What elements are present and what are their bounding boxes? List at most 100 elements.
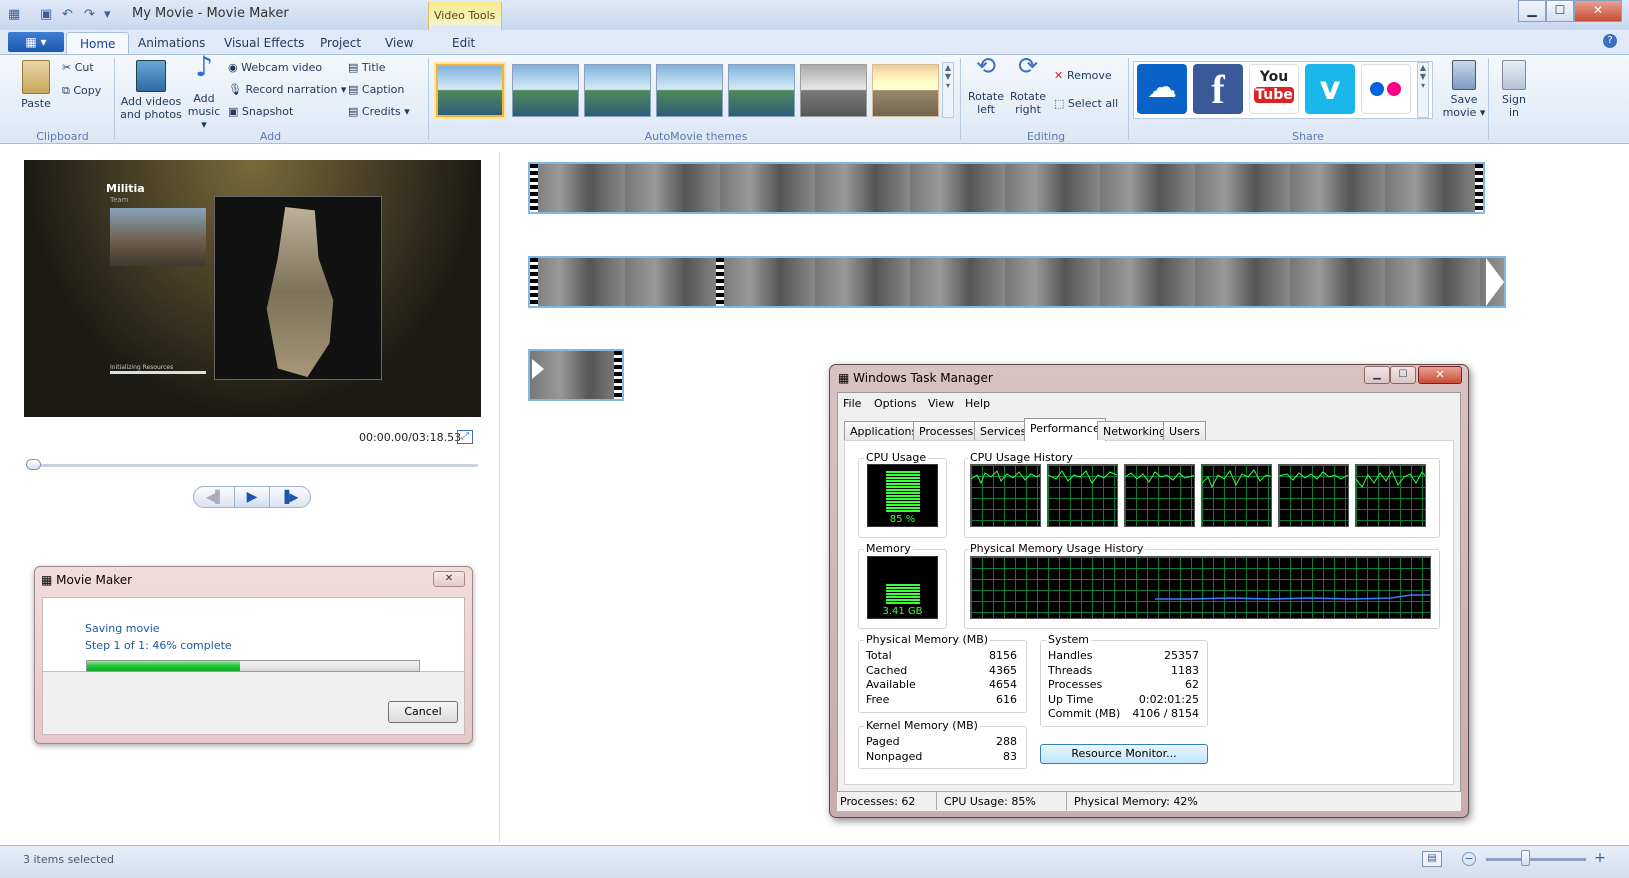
menu-options[interactable]: Options bbox=[874, 397, 916, 410]
rotate-right-button[interactable]: ⟳ Rotate right bbox=[1008, 54, 1048, 116]
theme-thumbnail[interactable] bbox=[728, 64, 795, 117]
theme-thumbnail[interactable] bbox=[436, 64, 504, 117]
credits-icon: ▤ bbox=[348, 105, 362, 118]
tab-networking[interactable]: Networking bbox=[1097, 421, 1172, 440]
tab-view[interactable]: View bbox=[385, 36, 413, 50]
menu-help[interactable]: Help bbox=[965, 397, 990, 410]
tab-home[interactable]: Home bbox=[66, 32, 130, 55]
theme-thumbnail[interactable] bbox=[584, 64, 651, 117]
save-movie-button[interactable]: Save movie ▾ bbox=[1440, 60, 1488, 119]
save-icon[interactable]: ▣ bbox=[40, 7, 56, 23]
status-memory: Physical Memory: 42% bbox=[1074, 795, 1198, 808]
previous-frame-icon[interactable]: ◀▌ bbox=[206, 490, 224, 504]
video-preview[interactable]: Militia Team Initializing Resources bbox=[24, 160, 481, 417]
tab-processes[interactable]: Processes bbox=[913, 421, 980, 440]
memory-history-label: Physical Memory Usage History bbox=[968, 542, 1146, 555]
tm-close-button[interactable]: ✕ bbox=[1418, 366, 1462, 384]
webcam-video-button[interactable]: ◉ Webcam video bbox=[228, 61, 322, 74]
add-music-button[interactable]: ♪ Add music ▾ bbox=[186, 53, 222, 132]
facebook-icon[interactable]: f bbox=[1193, 64, 1243, 114]
resource-monitor-button[interactable]: Resource Monitor... bbox=[1040, 744, 1208, 764]
zoom-slider[interactable] bbox=[1486, 858, 1586, 861]
menu-file[interactable]: File bbox=[843, 397, 861, 410]
minimize-button[interactable]: ▁ bbox=[1518, 0, 1546, 22]
theme-thumbnail[interactable] bbox=[800, 64, 867, 117]
zoom-out-icon[interactable]: − bbox=[1462, 852, 1476, 866]
vimeo-icon[interactable]: v bbox=[1305, 64, 1355, 114]
copy-button[interactable]: ⧉ Copy bbox=[62, 84, 101, 98]
rotate-left-icon: ⟲ bbox=[975, 52, 997, 80]
tab-animations[interactable]: Animations bbox=[138, 36, 205, 50]
maximize-button[interactable]: ☐ bbox=[1546, 0, 1574, 22]
credits-label: Credits ▾ bbox=[361, 105, 410, 118]
preview-minimap bbox=[214, 196, 382, 380]
zoom-in-icon[interactable]: + bbox=[1593, 851, 1607, 866]
fullscreen-preview-icon[interactable]: ⤢ bbox=[457, 430, 473, 444]
select-all-button[interactable]: ⬚ Select all bbox=[1054, 97, 1118, 110]
copy-icon: ⧉ bbox=[62, 84, 74, 97]
file-menu-button[interactable]: ▦ ▾ bbox=[8, 32, 64, 52]
paste-button[interactable]: Paste bbox=[18, 60, 54, 110]
title-button[interactable]: ▤ Title bbox=[348, 61, 385, 74]
storyboard-clip[interactable] bbox=[528, 349, 624, 401]
tab-edit[interactable]: Edit bbox=[452, 36, 475, 50]
record-narration-button[interactable]: 🎙 Record narration ▾ bbox=[228, 83, 346, 96]
tab-users[interactable]: Users bbox=[1163, 421, 1206, 440]
undo-icon[interactable]: ↶ bbox=[62, 7, 78, 23]
youtube-icon[interactable]: You Tube bbox=[1249, 64, 1299, 114]
add-videos-photos-button[interactable]: Add videos and photos bbox=[118, 60, 184, 121]
close-button[interactable]: ✕ bbox=[1574, 0, 1622, 22]
pm-total-value: 8156 bbox=[989, 649, 1017, 662]
remove-button[interactable]: ✕ Remove bbox=[1054, 69, 1112, 82]
theme-thumbnail[interactable] bbox=[656, 64, 723, 117]
rotate-left-button[interactable]: ⟲ Rotate left bbox=[966, 52, 1006, 116]
caption-button[interactable]: ▤ Caption bbox=[348, 83, 404, 96]
dialog-close-button[interactable]: ✕ bbox=[433, 571, 465, 587]
snapshot-button[interactable]: ▣ Snapshot bbox=[228, 105, 293, 118]
add-music-label-2: music ▾ bbox=[187, 105, 221, 131]
video-tools-label: Video Tools bbox=[434, 9, 496, 22]
cpu-core-graph bbox=[1355, 464, 1426, 527]
copy-label: Copy bbox=[73, 84, 102, 97]
theme-thumbnail[interactable] bbox=[872, 64, 939, 117]
sys-processes-label: Processes bbox=[1048, 678, 1103, 691]
redo-icon[interactable]: ↷ bbox=[84, 7, 100, 23]
theme-thumbnail[interactable] bbox=[512, 64, 579, 117]
play-icon[interactable]: ▶ bbox=[234, 487, 270, 507]
paste-label: Paste bbox=[21, 97, 51, 110]
help-icon[interactable]: ? bbox=[1603, 34, 1617, 48]
memory-label: Memory bbox=[864, 542, 913, 555]
tm-maximize-button[interactable]: ☐ bbox=[1390, 366, 1416, 384]
zoom-slider-thumb[interactable] bbox=[1521, 850, 1530, 866]
share-gallery-scroll[interactable]: ▲ ▼ ▾ bbox=[1417, 62, 1429, 118]
pane-divider[interactable] bbox=[499, 152, 500, 842]
sign-in-button[interactable]: Sign in bbox=[1494, 60, 1534, 119]
skydrive-icon[interactable]: ☁ bbox=[1137, 64, 1187, 114]
app-icon[interactable]: ▦ bbox=[8, 7, 24, 23]
rotate-left-label-1: Rotate bbox=[967, 90, 1004, 103]
tab-performance[interactable]: Performance bbox=[1024, 418, 1106, 441]
seek-bar[interactable] bbox=[26, 464, 478, 467]
menu-view[interactable]: View bbox=[928, 397, 954, 410]
next-frame-icon[interactable]: ▐▶ bbox=[280, 490, 298, 504]
memory-fill bbox=[886, 583, 920, 604]
seek-thumb[interactable] bbox=[26, 459, 41, 470]
cancel-button[interactable]: Cancel bbox=[388, 701, 458, 723]
gallery-scroll[interactable]: ▲ ▼ ▾ bbox=[942, 62, 954, 118]
storyboard-clip[interactable] bbox=[528, 256, 1506, 308]
share-group-label: Share bbox=[1292, 130, 1324, 143]
tab-applications[interactable]: Applications bbox=[844, 421, 924, 440]
credits-button[interactable]: ▤ Credits ▾ bbox=[348, 105, 410, 118]
tab-visual-effects[interactable]: Visual Effects bbox=[224, 36, 304, 50]
qat-dropdown-icon[interactable]: ▾ bbox=[104, 7, 120, 23]
storyboard-clip[interactable] bbox=[528, 162, 1485, 214]
storyboard-view-icon[interactable]: ▤ bbox=[1422, 851, 1442, 867]
km-paged-value: 288 bbox=[996, 735, 1017, 748]
cpu-core-graph bbox=[1201, 464, 1272, 527]
cut-button[interactable]: ✂ Cut bbox=[62, 61, 94, 74]
flickr-icon[interactable] bbox=[1361, 64, 1411, 114]
add-group-label: Add bbox=[259, 130, 282, 143]
camera-icon: ▣ bbox=[228, 105, 242, 118]
tab-project[interactable]: Project bbox=[320, 36, 361, 50]
tm-minimize-button[interactable]: ▁ bbox=[1364, 366, 1390, 384]
